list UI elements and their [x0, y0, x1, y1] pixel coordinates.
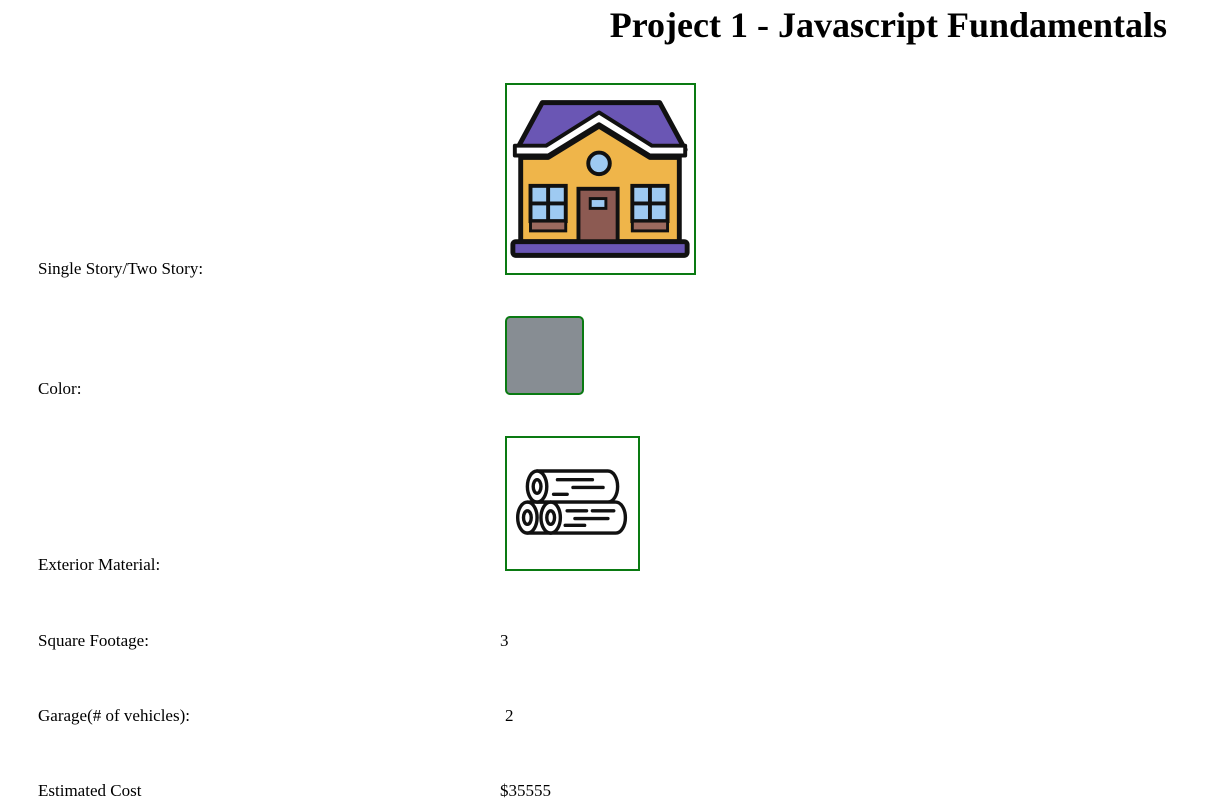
square-footage-value: 3 — [500, 631, 509, 650]
color-label: Color: — [38, 379, 82, 398]
garage-value: 2 — [505, 706, 514, 725]
story-label: Single Story/Two Story: — [38, 259, 204, 278]
square-footage-label: Square Footage: — [38, 631, 149, 650]
material-label: Exterior Material: — [38, 555, 161, 574]
story-option-tile[interactable] — [505, 83, 696, 275]
estimated-cost-value: $35555 — [500, 781, 551, 800]
page-title: Project 1 - Javascript Fundamentals — [609, 5, 1167, 45]
material-option-tile[interactable] — [505, 436, 640, 571]
estimated-cost-label: Estimated Cost — [38, 781, 142, 800]
house-icon — [510, 100, 690, 258]
wood-logs-icon — [515, 469, 628, 535]
garage-label: Garage(# of vehicles): — [38, 706, 190, 725]
color-swatch[interactable] — [505, 316, 584, 395]
